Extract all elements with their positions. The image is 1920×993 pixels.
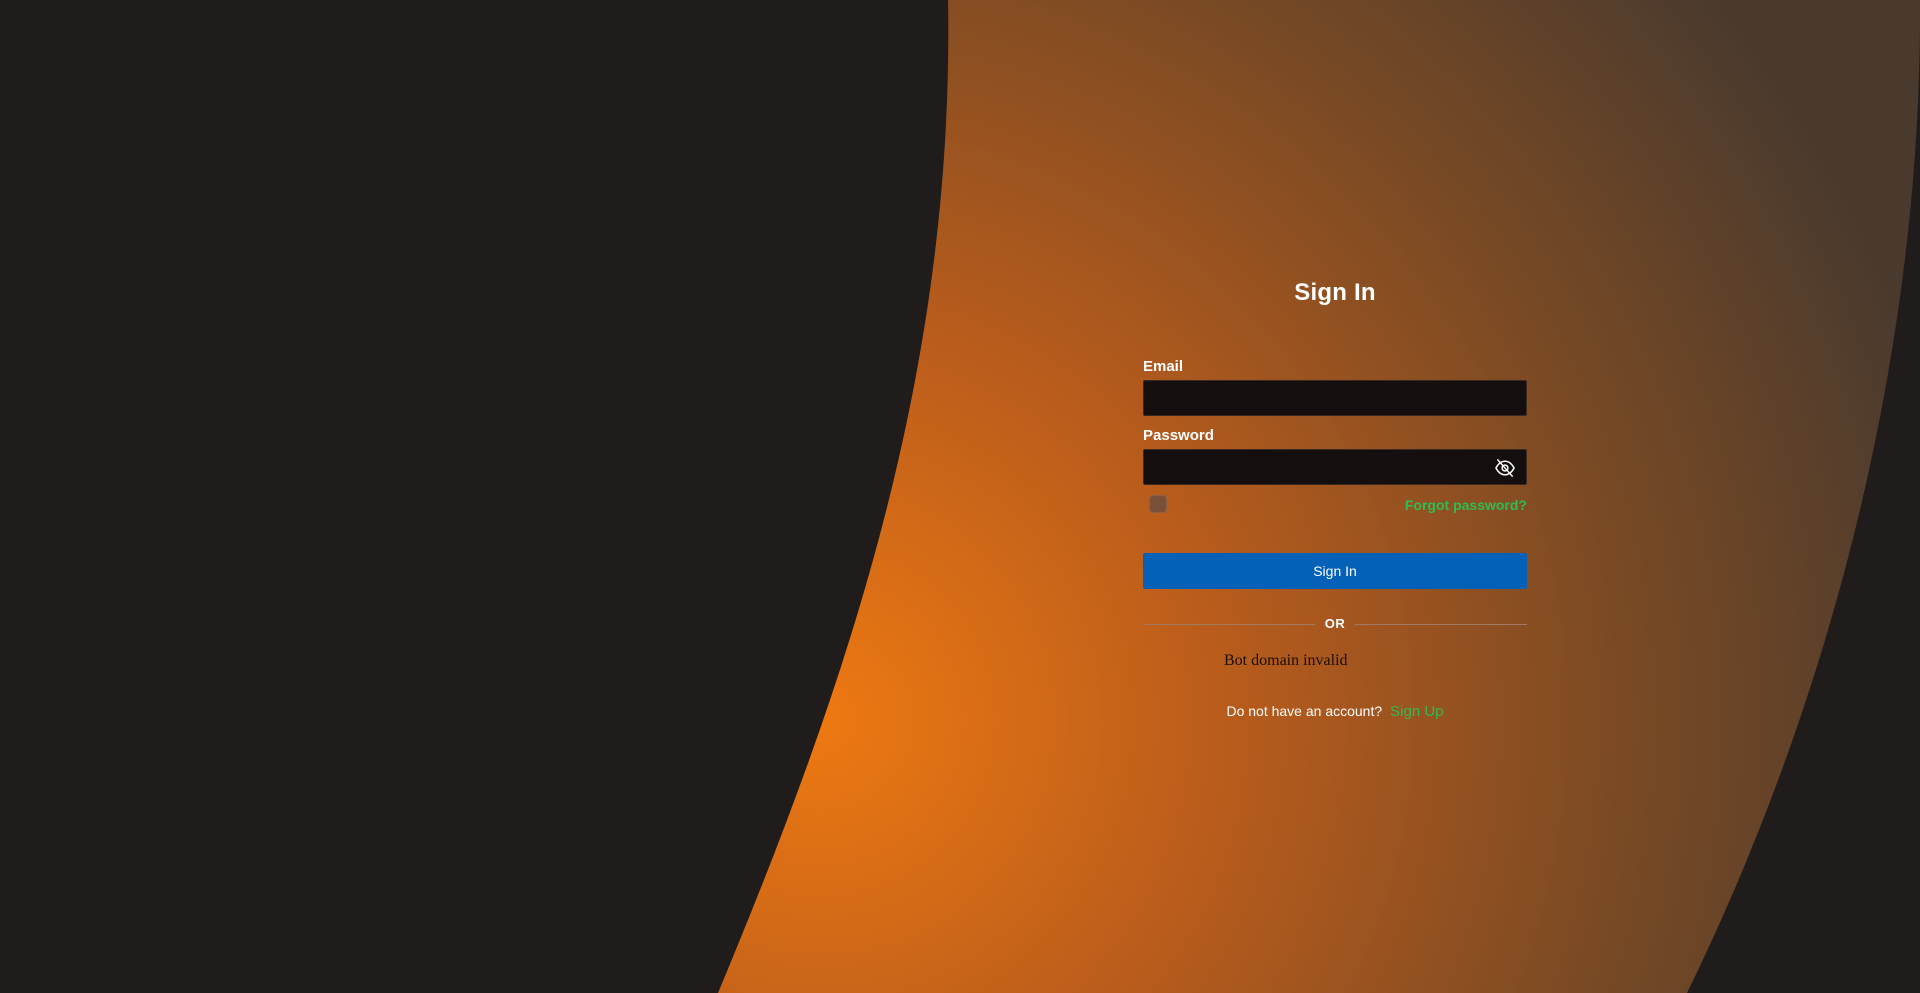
eye-off-icon[interactable] [1494, 458, 1516, 478]
background-orange-arc [718, 0, 1920, 993]
signup-prompt: Do not have an account? [1226, 703, 1383, 719]
or-divider: OR [1143, 614, 1527, 634]
password-field[interactable] [1144, 450, 1526, 484]
forgot-password-link[interactable]: Forgot password? [1405, 497, 1527, 513]
divider-line-right [1355, 624, 1527, 625]
sign-in-page: Sign In Email Password Forgot password? … [0, 0, 1920, 993]
bot-domain-message: Bot domain invalid [1224, 652, 1348, 669]
signup-row: Do not have an account? Sign Up [1143, 703, 1527, 720]
remember-me-checkbox[interactable] [1149, 495, 1167, 513]
password-label: Password [1143, 427, 1214, 444]
email-field[interactable] [1144, 381, 1526, 415]
sign-in-button[interactable]: Sign In [1143, 553, 1527, 589]
sign-in-form: Sign In Email Password Forgot password? … [1143, 0, 1527, 993]
sign-up-link[interactable]: Sign Up [1390, 703, 1443, 720]
email-field-wrapper [1143, 380, 1527, 416]
password-field-wrapper [1143, 449, 1527, 485]
page-title: Sign In [1294, 279, 1376, 306]
email-label: Email [1143, 358, 1184, 375]
